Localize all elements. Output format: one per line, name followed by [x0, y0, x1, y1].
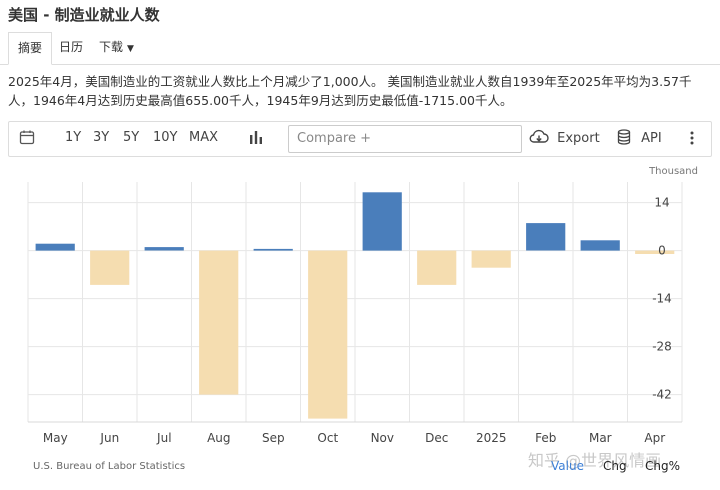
tab-summary-label: 摘要 [18, 41, 43, 55]
bar-chart-icon[interactable] [249, 130, 263, 148]
vertical-dots-icon[interactable] [689, 130, 695, 150]
x-tick-label: Aug [207, 431, 230, 445]
tab-summary[interactable]: 摘要 [8, 32, 53, 65]
api-label: API [641, 131, 662, 146]
api-button[interactable]: API [617, 129, 662, 149]
page-title: 美国 - 制造业就业人数 [8, 6, 160, 24]
chevron-down-icon: ▼ [127, 44, 134, 54]
watermark: 知乎 @世界风情画 [528, 451, 662, 470]
tab-bar: 摘要 日历 下载 ▼ [0, 32, 720, 65]
tab-download[interactable]: 下载 ▼ [90, 32, 143, 63]
bar-Jun[interactable] [90, 250, 130, 285]
cloud-download-icon [529, 129, 549, 149]
y-tick-label: -14 [652, 292, 672, 306]
tab-calendar[interactable]: 日历 [50, 32, 92, 63]
y-tick-label: 0 [658, 244, 666, 258]
source-label: U.S. Bureau of Labor Statistics [33, 461, 186, 472]
range-10y-button[interactable]: 10Y [153, 130, 177, 145]
legend-chg[interactable]: Chg [603, 459, 627, 473]
export-button[interactable]: Export [529, 129, 600, 149]
x-tick-label: Jul [156, 431, 171, 445]
bar-Jul[interactable] [144, 247, 184, 251]
x-tick-label: May [43, 431, 68, 445]
legend-chgpct[interactable]: Chg% [645, 459, 680, 473]
y-tick-label: -42 [652, 388, 672, 402]
bar-2025[interactable] [471, 250, 511, 268]
bar-Aug[interactable] [199, 250, 239, 395]
x-tick-label: Apr [644, 431, 665, 445]
bar-Mar[interactable] [580, 240, 620, 251]
summary-line-1: 2025年4月，美国制造业的工资就业人数比上个月减少了1,000人。 美国制造业… [8, 74, 692, 89]
tab-calendar-label: 日历 [59, 40, 84, 54]
calendar-icon[interactable] [19, 129, 35, 149]
unit-label: Thousand [648, 166, 698, 177]
x-tick-label: Nov [371, 431, 394, 445]
x-tick-label: Feb [535, 431, 556, 445]
database-icon [617, 129, 631, 149]
bar-Feb[interactable] [526, 223, 566, 251]
bar-Dec[interactable] [417, 250, 457, 285]
summary-line-2: 人，1946年4月达到历史最高值655.00千人，1945年9月达到历史最低值-… [8, 93, 513, 108]
export-label: Export [557, 131, 600, 146]
bar-Sep[interactable] [253, 248, 293, 251]
grid-layer [27, 182, 683, 423]
y-tick-label: -28 [652, 340, 672, 354]
range-max-button[interactable]: MAX [189, 130, 218, 145]
bar-Oct[interactable] [308, 250, 348, 419]
x-axis-ticks: May Jun Jul Aug Sep Oct Nov Dec 2025 Feb Mar Apr [43, 431, 665, 445]
bar-Apr[interactable] [635, 250, 675, 254]
tab-download-label: 下载 [99, 40, 124, 54]
compare-placeholder: Compare + [297, 131, 371, 146]
chart-area: Thousand 14 0 -14 -28 -42 May Jun Jul Aug Sep Oct… [0, 156, 720, 486]
summary-text: 2025年4月，美国制造业的工资就业人数比上个月减少了1,000人。 美国制造业… [8, 72, 708, 110]
y-tick-label: 14 [654, 196, 669, 210]
chart-svg: Thousand 14 0 -14 -28 -42 May Jun Jul Aug Sep Oct… [27, 166, 698, 445]
range-5y-button[interactable]: 5Y [123, 130, 139, 145]
legend-value[interactable]: Value [551, 459, 584, 473]
compare-input[interactable]: Compare + [288, 125, 522, 153]
y-axis-ticks: 14 0 -14 -28 -42 [652, 196, 672, 402]
x-tick-label: Jun [99, 431, 119, 445]
bar-May[interactable] [35, 243, 75, 251]
x-tick-label: 2025 [476, 431, 507, 445]
range-3y-button[interactable]: 3Y [93, 130, 109, 145]
bar-Nov[interactable] [362, 192, 402, 251]
chart-toolbar: 1Y 3Y 5Y 10Y MAX Compare + Export API [8, 121, 712, 157]
x-tick-label: Mar [589, 431, 612, 445]
x-tick-label: Dec [425, 431, 448, 445]
title-bar: 美国 - 制造业就业人数 [0, 0, 720, 30]
x-tick-label: Oct [317, 431, 338, 445]
x-tick-label: Sep [262, 431, 285, 445]
range-1y-button[interactable]: 1Y [65, 130, 81, 145]
